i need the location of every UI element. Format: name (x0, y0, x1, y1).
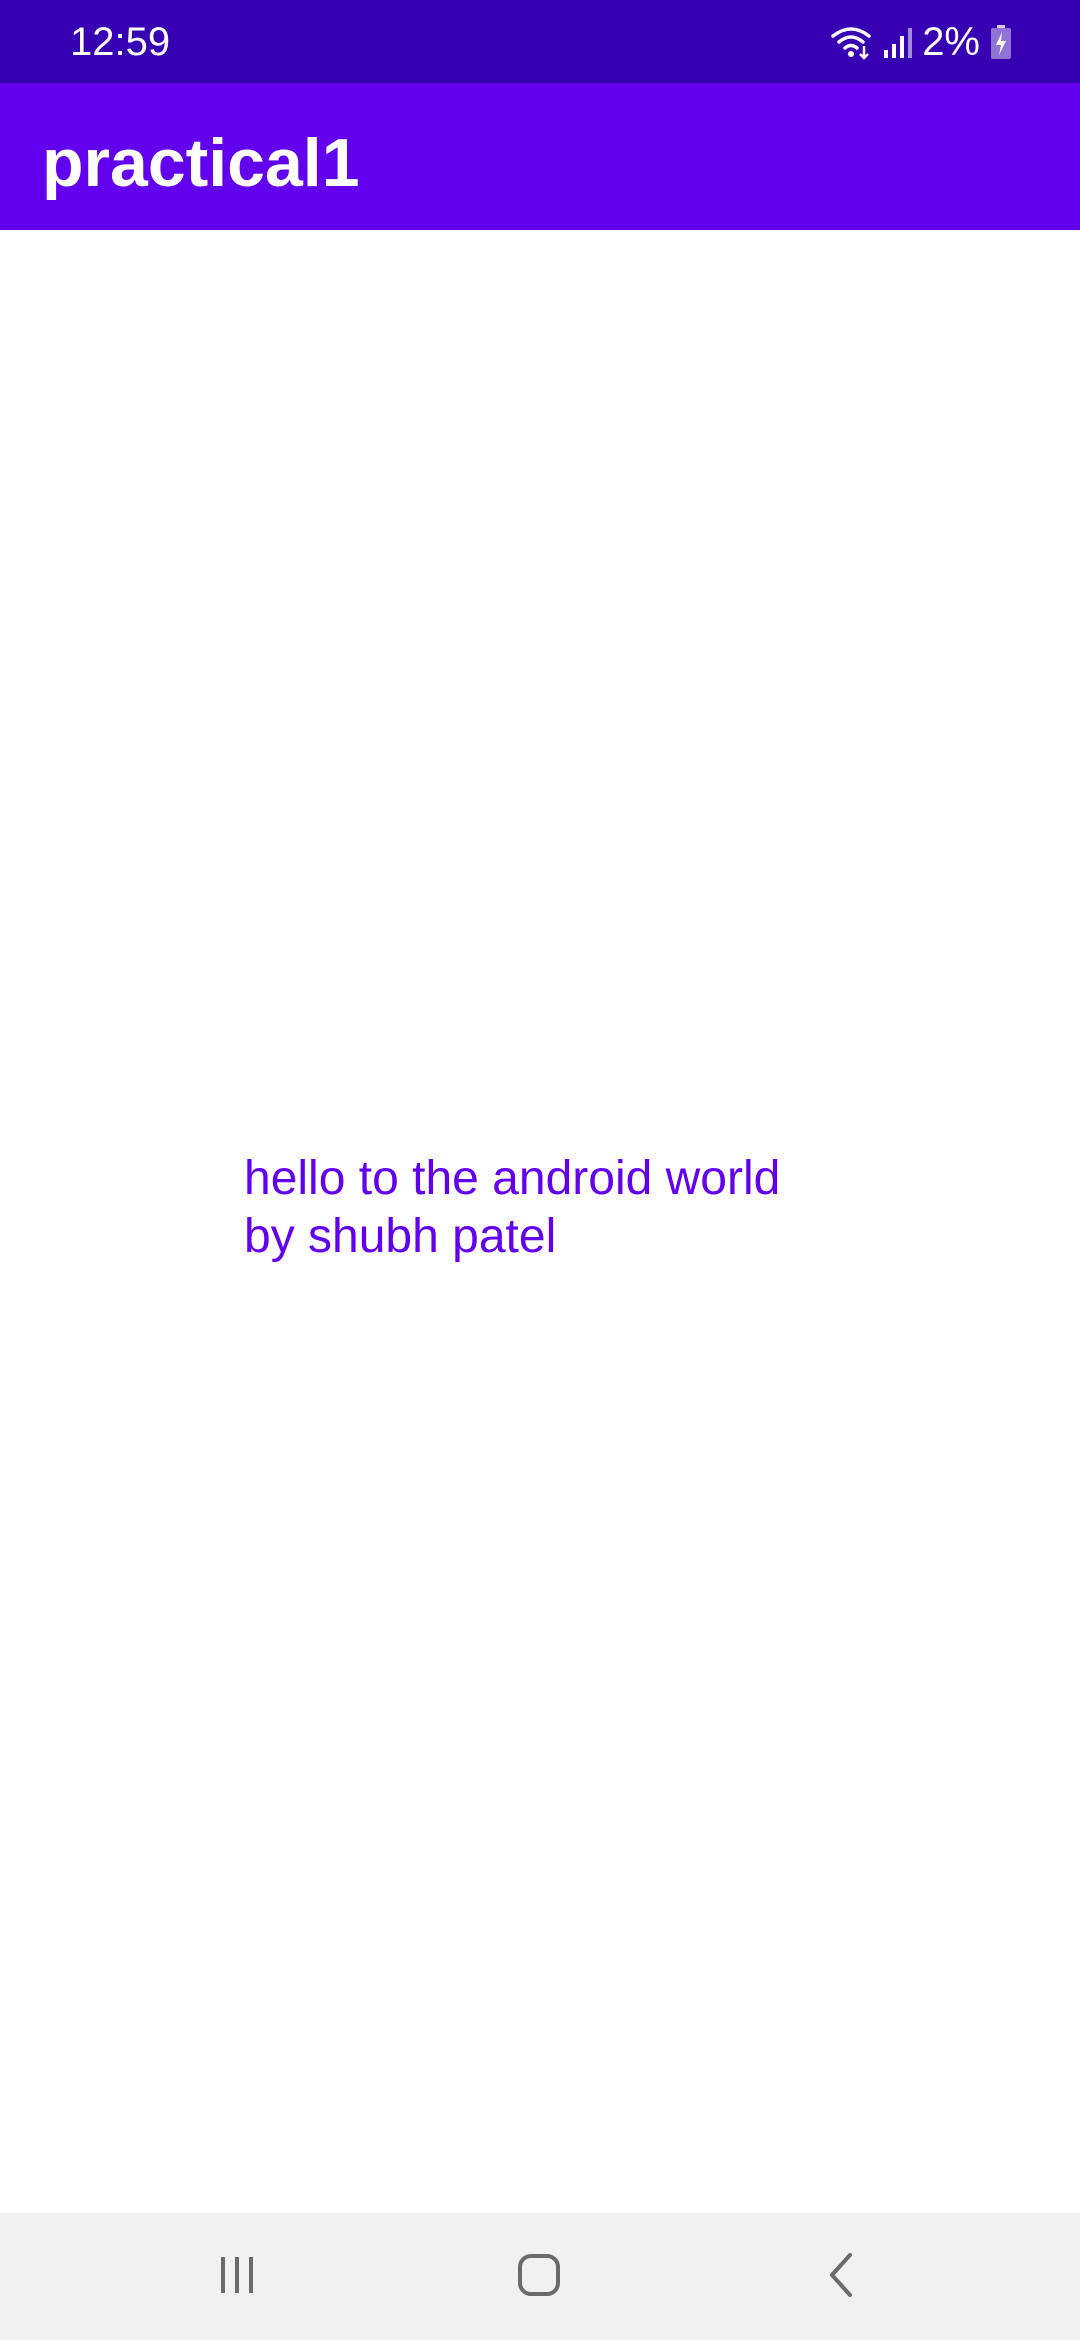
status-time: 12:59 (70, 20, 171, 64)
back-icon (822, 2251, 862, 2304)
status-bar: 12:59 2% (0, 0, 1080, 83)
home-button[interactable] (503, 2241, 575, 2313)
back-button[interactable] (806, 2241, 878, 2313)
main-content: hello to the android world by shubh pate… (0, 230, 1080, 2213)
signal-icon (882, 24, 913, 60)
greeting-line-2: by shubh patel (244, 1210, 557, 1263)
recents-icon (215, 2253, 259, 2302)
status-icons: 2% (830, 18, 1012, 66)
app-title: practical1 (42, 125, 360, 201)
battery-percent: 2% (922, 20, 980, 64)
app-bar: practical1 (0, 83, 1080, 230)
recents-button[interactable] (201, 2241, 273, 2313)
home-icon (515, 2251, 563, 2304)
screen: 12:59 2% practical1 hello to the android… (0, 0, 1080, 2340)
greeting-line-1: hello to the android world (244, 1152, 781, 1205)
wifi-icon (830, 24, 872, 60)
greeting-text: hello to the android world by shubh pate… (244, 1150, 884, 1266)
navigation-bar (0, 2213, 1080, 2340)
battery-charging-icon (990, 24, 1012, 60)
